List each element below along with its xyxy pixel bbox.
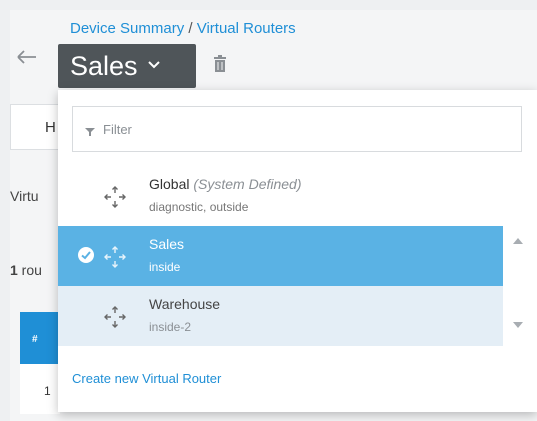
- trash-icon[interactable]: [214, 55, 226, 73]
- scroll-up-arrow-icon[interactable]: [513, 238, 523, 244]
- router-list: Global (System Defined) diagnostic, outs…: [58, 166, 537, 346]
- filter-box[interactable]: [72, 106, 522, 152]
- virtual-router-dropdown: Global (System Defined) diagnostic, outs…: [58, 90, 537, 412]
- router-qualifier: (System Defined): [193, 176, 302, 192]
- router-selector-button[interactable]: Sales: [58, 44, 196, 88]
- router-name: Warehouse: [149, 296, 221, 312]
- background-count-text: 1 rou: [10, 262, 42, 278]
- breadcrumb: Device Summary / Virtual Routers: [70, 20, 296, 37]
- filter-input[interactable]: [103, 121, 503, 137]
- scroll-down-arrow-icon[interactable]: [513, 322, 523, 328]
- router-move-icon: [104, 186, 126, 208]
- breadcrumb-separator: /: [184, 20, 197, 37]
- router-name: Global (System Defined): [149, 176, 302, 192]
- background-count-label: rou: [17, 262, 42, 278]
- router-interfaces: inside-2: [149, 320, 192, 334]
- router-name: Sales: [149, 236, 185, 252]
- background-card-letter: H: [45, 119, 56, 136]
- router-interfaces: diagnostic, outside: [149, 200, 249, 214]
- check-circle-icon: [78, 247, 94, 263]
- filter-icon: [85, 124, 95, 136]
- list-item-warehouse[interactable]: Warehouse inside-2: [58, 286, 503, 346]
- background-virtual-text: Virtu: [10, 188, 39, 204]
- router-interfaces: inside: [149, 260, 181, 274]
- list-item-sales[interactable]: Sales inside: [58, 226, 503, 286]
- breadcrumb-virtual-routers[interactable]: Virtual Routers: [197, 20, 296, 37]
- create-virtual-router-link[interactable]: Create new Virtual Router: [72, 371, 221, 386]
- back-arrow-icon[interactable]: [16, 48, 38, 66]
- background-table-row: 1: [20, 364, 60, 414]
- chevron-down-icon: [147, 57, 160, 72]
- router-move-icon: [104, 306, 126, 328]
- router-move-icon: [104, 246, 126, 268]
- list-item-global[interactable]: Global (System Defined) diagnostic, outs…: [58, 166, 503, 226]
- page-title: Sales: [70, 50, 138, 81]
- background-count-number: 1: [10, 262, 18, 278]
- breadcrumb-device-summary[interactable]: Device Summary: [70, 20, 184, 37]
- background-table-header: #: [20, 312, 60, 364]
